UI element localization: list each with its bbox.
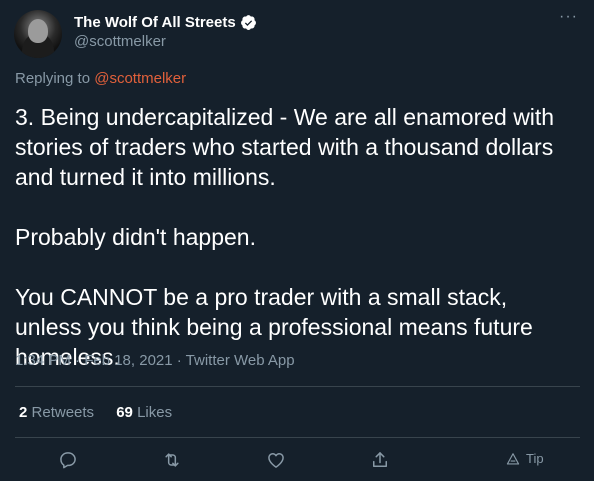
tweet-text: 3. Being undercapitalized - We are all e… <box>15 102 580 372</box>
display-name[interactable]: The Wolf Of All Streets <box>74 14 236 31</box>
reply-icon[interactable] <box>56 448 80 472</box>
likes-label: Likes <box>137 404 173 421</box>
display-name-row: The Wolf Of All Streets <box>74 12 257 32</box>
tweet-card: The Wolf Of All Streets @scottmelker ···… <box>0 0 594 481</box>
divider <box>15 386 580 387</box>
engagement-stats: 2 Retweets 69 Likes <box>19 404 190 421</box>
tweet-paragraph: 3. Being undercapitalized - We are all e… <box>15 104 561 190</box>
tip-icon <box>506 452 520 465</box>
retweets-stat[interactable]: 2 Retweets <box>19 404 94 421</box>
retweets-label: Retweets <box>31 404 95 421</box>
tweet-header: The Wolf Of All Streets @scottmelker ··· <box>14 9 580 58</box>
author-names: The Wolf Of All Streets @scottmelker <box>74 12 257 50</box>
tip-button[interactable]: Tip <box>506 451 544 466</box>
tweet-timestamp[interactable]: 1:34 PM · Feb 18, 2021 · Twitter Web App <box>15 352 295 369</box>
replying-to-mention-link[interactable]: @scottmelker <box>94 70 186 87</box>
replying-to-prefix: Replying to <box>15 70 95 87</box>
avatar[interactable] <box>14 10 62 58</box>
retweet-icon[interactable] <box>160 448 184 472</box>
author-handle[interactable]: @scottmelker <box>74 33 257 50</box>
like-icon[interactable] <box>264 448 288 472</box>
divider <box>15 437 580 438</box>
more-options-icon[interactable]: ··· <box>559 9 578 25</box>
share-icon[interactable] <box>368 448 392 472</box>
likes-stat[interactable]: 69 Likes <box>116 404 172 421</box>
retweets-count: 2 <box>19 404 28 421</box>
verified-badge-icon <box>240 14 257 31</box>
replying-to: Replying to @scottmelker <box>15 70 186 87</box>
action-bar: Tip <box>0 448 594 474</box>
tip-label: Tip <box>526 451 544 466</box>
likes-count: 69 <box>116 404 133 421</box>
tweet-paragraph: Probably didn't happen. <box>15 224 256 250</box>
